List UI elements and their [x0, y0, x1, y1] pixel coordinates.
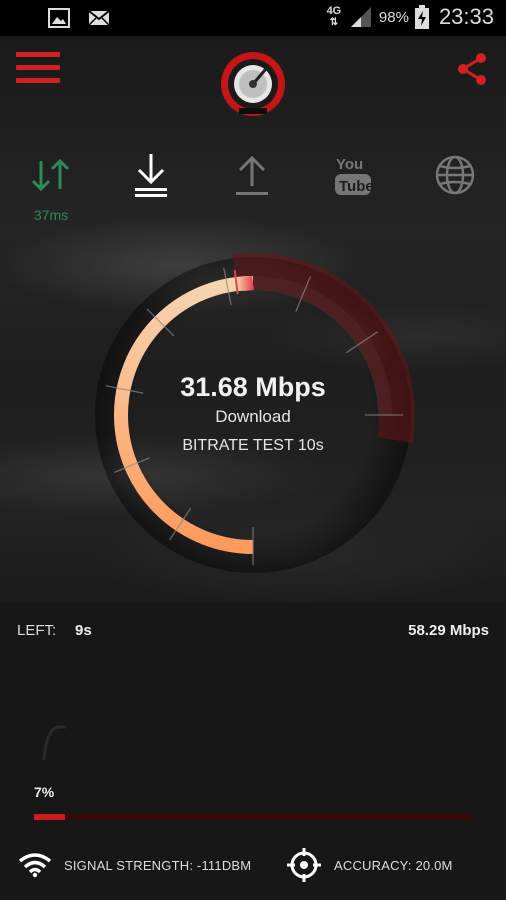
location-accuracy: ACCURACY: 20.0M [286, 846, 453, 884]
share-icon[interactable] [456, 52, 488, 86]
signal-bars-icon [350, 7, 371, 27]
crosshair-icon [287, 848, 321, 882]
ping-value: 37ms [33, 207, 69, 223]
progress-bar-fill [34, 814, 65, 820]
globe-icon [435, 155, 475, 195]
battery-charging-icon [414, 5, 429, 29]
test-mode-tabs: You Tube [0, 150, 506, 230]
battery-percent: 98% [378, 8, 409, 26]
menu-icon[interactable] [16, 52, 60, 88]
tab-web[interactable] [430, 150, 480, 200]
network-type: 4G ⇅ [326, 5, 342, 29]
progress-percent: 7% [34, 784, 55, 800]
progress-bar [34, 814, 472, 820]
test-type-label: BITRATE TEST 10s [182, 437, 324, 454]
tab-upload[interactable] [227, 150, 277, 200]
signal-strength-text: SIGNAL STRENGTH: -111DBM [64, 857, 252, 873]
current-speed: 31.68 Mbps [180, 372, 326, 402]
mail-notification-icon [88, 10, 110, 26]
gallery-notification-icon [48, 8, 70, 28]
download-icon [135, 154, 167, 197]
clock: 23:33 [438, 4, 494, 29]
max-speed-value: 58.29 Mbps [408, 622, 489, 639]
accuracy-text: ACCURACY: 20.0M [334, 857, 453, 873]
tab-ping[interactable] [26, 150, 76, 200]
svg-text:You: You [336, 156, 363, 173]
gauge-fill-right [236, 276, 254, 292]
ping-arrows-icon [31, 158, 70, 192]
time-left-label: LEFT: [17, 622, 57, 639]
tab-download[interactable] [126, 150, 176, 200]
youtube-icon: You Tube [335, 156, 373, 195]
wifi-icon [18, 853, 52, 878]
status-bar: 4G ⇅ 98% 23:33 [0, 0, 506, 36]
svg-text:Tube: Tube [339, 178, 373, 195]
speed-graph [42, 725, 66, 761]
app-logo-speedometer-icon [221, 52, 285, 116]
test-mode-label: Download [215, 407, 291, 426]
signal-strength: SIGNAL STRENGTH: -111DBM [18, 846, 251, 884]
time-left-value: 9s [75, 622, 92, 639]
tab-youtube[interactable]: You Tube [328, 150, 378, 200]
upload-icon [236, 155, 268, 195]
